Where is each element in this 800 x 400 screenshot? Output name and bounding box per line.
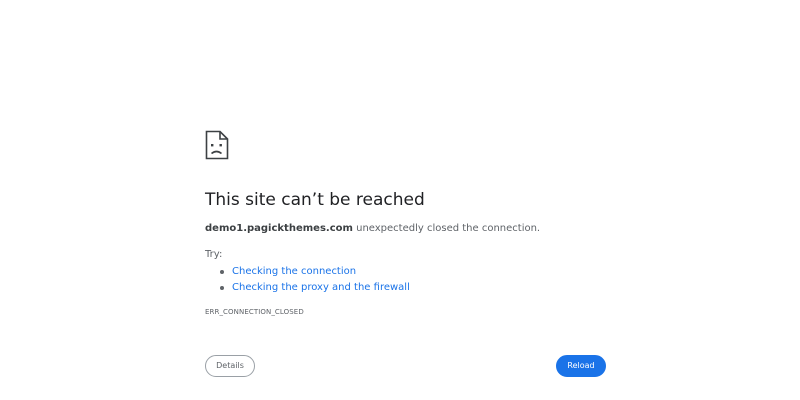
error-summary: demo1.pagickthemes.com unexpectedly clos… [205, 223, 540, 234]
error-page: This site can’t be reached demo1.pagickt… [0, 0, 800, 400]
details-button[interactable]: Details [205, 355, 255, 377]
reload-button[interactable]: Reload [556, 355, 606, 377]
suggestion-list: Checking the connection Checking the pro… [205, 264, 410, 296]
bullet-icon [220, 286, 224, 290]
error-message: unexpectedly closed the connection. [352, 223, 541, 234]
suggestion-check-proxy-firewall[interactable]: Checking the proxy and the firewall [205, 280, 410, 296]
suggestion-check-connection[interactable]: Checking the connection [205, 264, 410, 280]
page-title: This site can’t be reached [205, 190, 425, 210]
suggestion-label: Checking the proxy and the firewall [232, 282, 410, 293]
error-code: ERR_CONNECTION_CLOSED [205, 308, 304, 316]
try-label: Try: [205, 249, 223, 260]
error-host: demo1.pagickthemes.com [205, 223, 353, 234]
sad-page-icon [205, 130, 229, 160]
suggestion-label: Checking the connection [232, 266, 357, 277]
bullet-icon [220, 270, 224, 274]
